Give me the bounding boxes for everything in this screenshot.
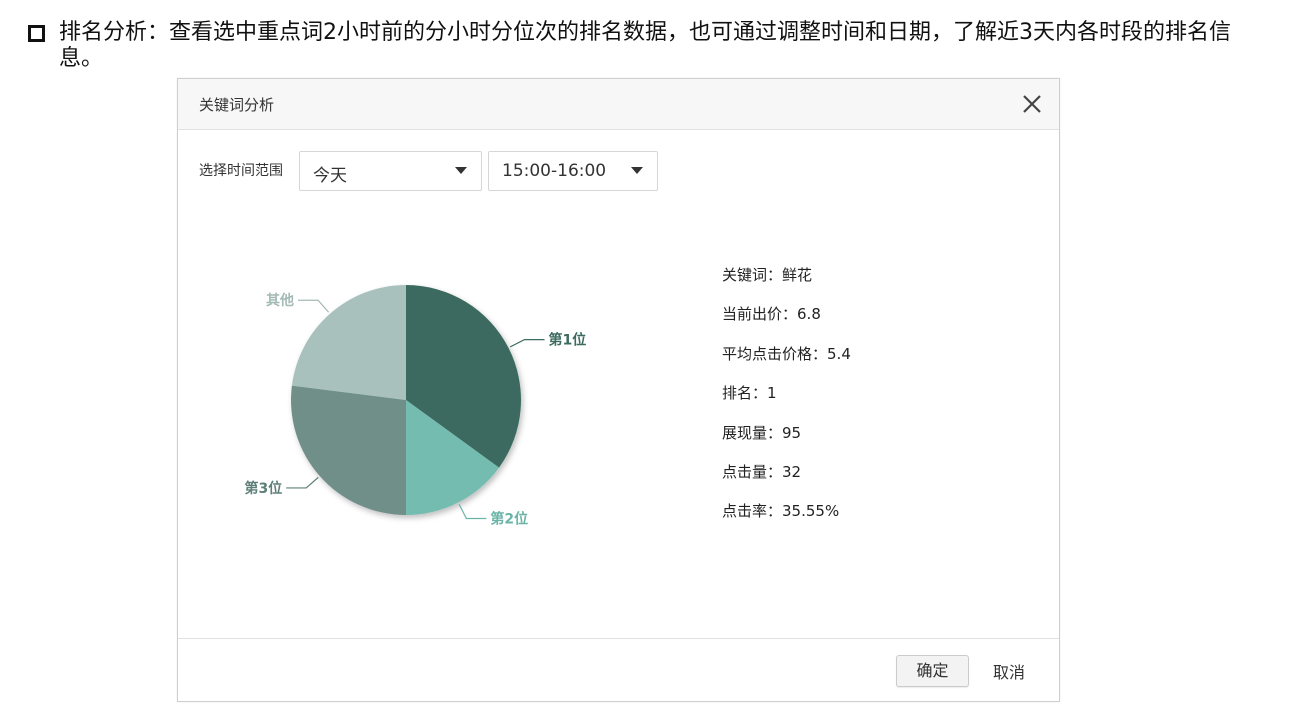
caret-down-icon (631, 167, 643, 174)
rank-pie-chart: 第1位第2位 第3位 其他 (244, 285, 587, 528)
cancel-button[interactable]: 取消 (993, 659, 1025, 683)
pie-label: 第2位 (490, 511, 528, 528)
info-value: 6.8 (797, 305, 821, 324)
info-value: 35.55% (782, 502, 840, 521)
pie-slice-3 (291, 385, 406, 515)
pie-leader-line (286, 476, 319, 489)
footer-divider (178, 638, 1059, 639)
info-row-keyword: 关键词：鲜花 (722, 265, 851, 304)
pie-label: 第3位 (244, 480, 282, 497)
pie-label: 其他 (266, 292, 294, 309)
time-range-label: 选择时间范围 (199, 163, 283, 179)
info-label: 排名： (722, 384, 768, 403)
info-row-clicks: 点击量：32 (722, 462, 851, 501)
date-select-value: 今天 (313, 166, 347, 186)
info-value: 95 (782, 423, 802, 442)
info-row-rank: 排名：1 (722, 383, 851, 422)
intro-text: 排名分析：查看选中重点词2小时前的分小时分位次的排名数据，也可通过调整时间和日期… (59, 20, 1231, 71)
keyword-analysis-dialog: 关键词分析 选择时间范围 今天 15:00-16:00 第1位 第2位 第3位 其他 … (177, 78, 1060, 702)
caret-down-icon (455, 167, 467, 174)
info-label: 当前出价： (722, 305, 798, 324)
info-label: 展现量： (722, 423, 783, 442)
pie-slice-4 (291, 285, 406, 400)
dialog-header: 关键词分析 (178, 79, 1059, 130)
dialog-title: 关键词分析 (199, 96, 275, 114)
confirm-button[interactable]: 确定 (896, 655, 969, 687)
close-button[interactable] (1019, 91, 1045, 117)
info-label: 点击率： (722, 502, 783, 521)
hour-select[interactable]: 15:00-16:00 (488, 151, 658, 191)
pie-leader-line (509, 339, 545, 348)
pie-leader-line (298, 299, 330, 313)
hour-select-value: 15:00-16:00 (502, 161, 607, 181)
pie-label: 第1位 (549, 332, 587, 349)
info-row-impressions: 展现量：95 (722, 423, 851, 462)
info-row-current-bid: 当前出价：6.8 (722, 304, 851, 343)
info-value: 鲜花 (782, 266, 813, 284)
info-value: 5.4 (827, 344, 851, 363)
info-row-ctr: 点击率：35.55% (722, 501, 851, 540)
keyword-info-panel: 关键词：鲜花 当前出价：6.8 平均点击价格：5.4 排名：1 展现量：95 点… (722, 265, 851, 541)
info-label: 关键词： (722, 266, 783, 284)
info-value: 32 (782, 462, 802, 481)
info-label: 平均点击价格： (722, 344, 828, 363)
date-select[interactable]: 今天 (299, 151, 482, 191)
pie-leader-line (458, 503, 487, 520)
close-icon (1023, 95, 1041, 113)
info-row-avg-click-price: 平均点击价格：5.4 (722, 344, 851, 383)
info-value: 1 (767, 384, 777, 403)
square-bullet-icon (28, 25, 45, 42)
info-label: 点击量： (722, 462, 783, 481)
